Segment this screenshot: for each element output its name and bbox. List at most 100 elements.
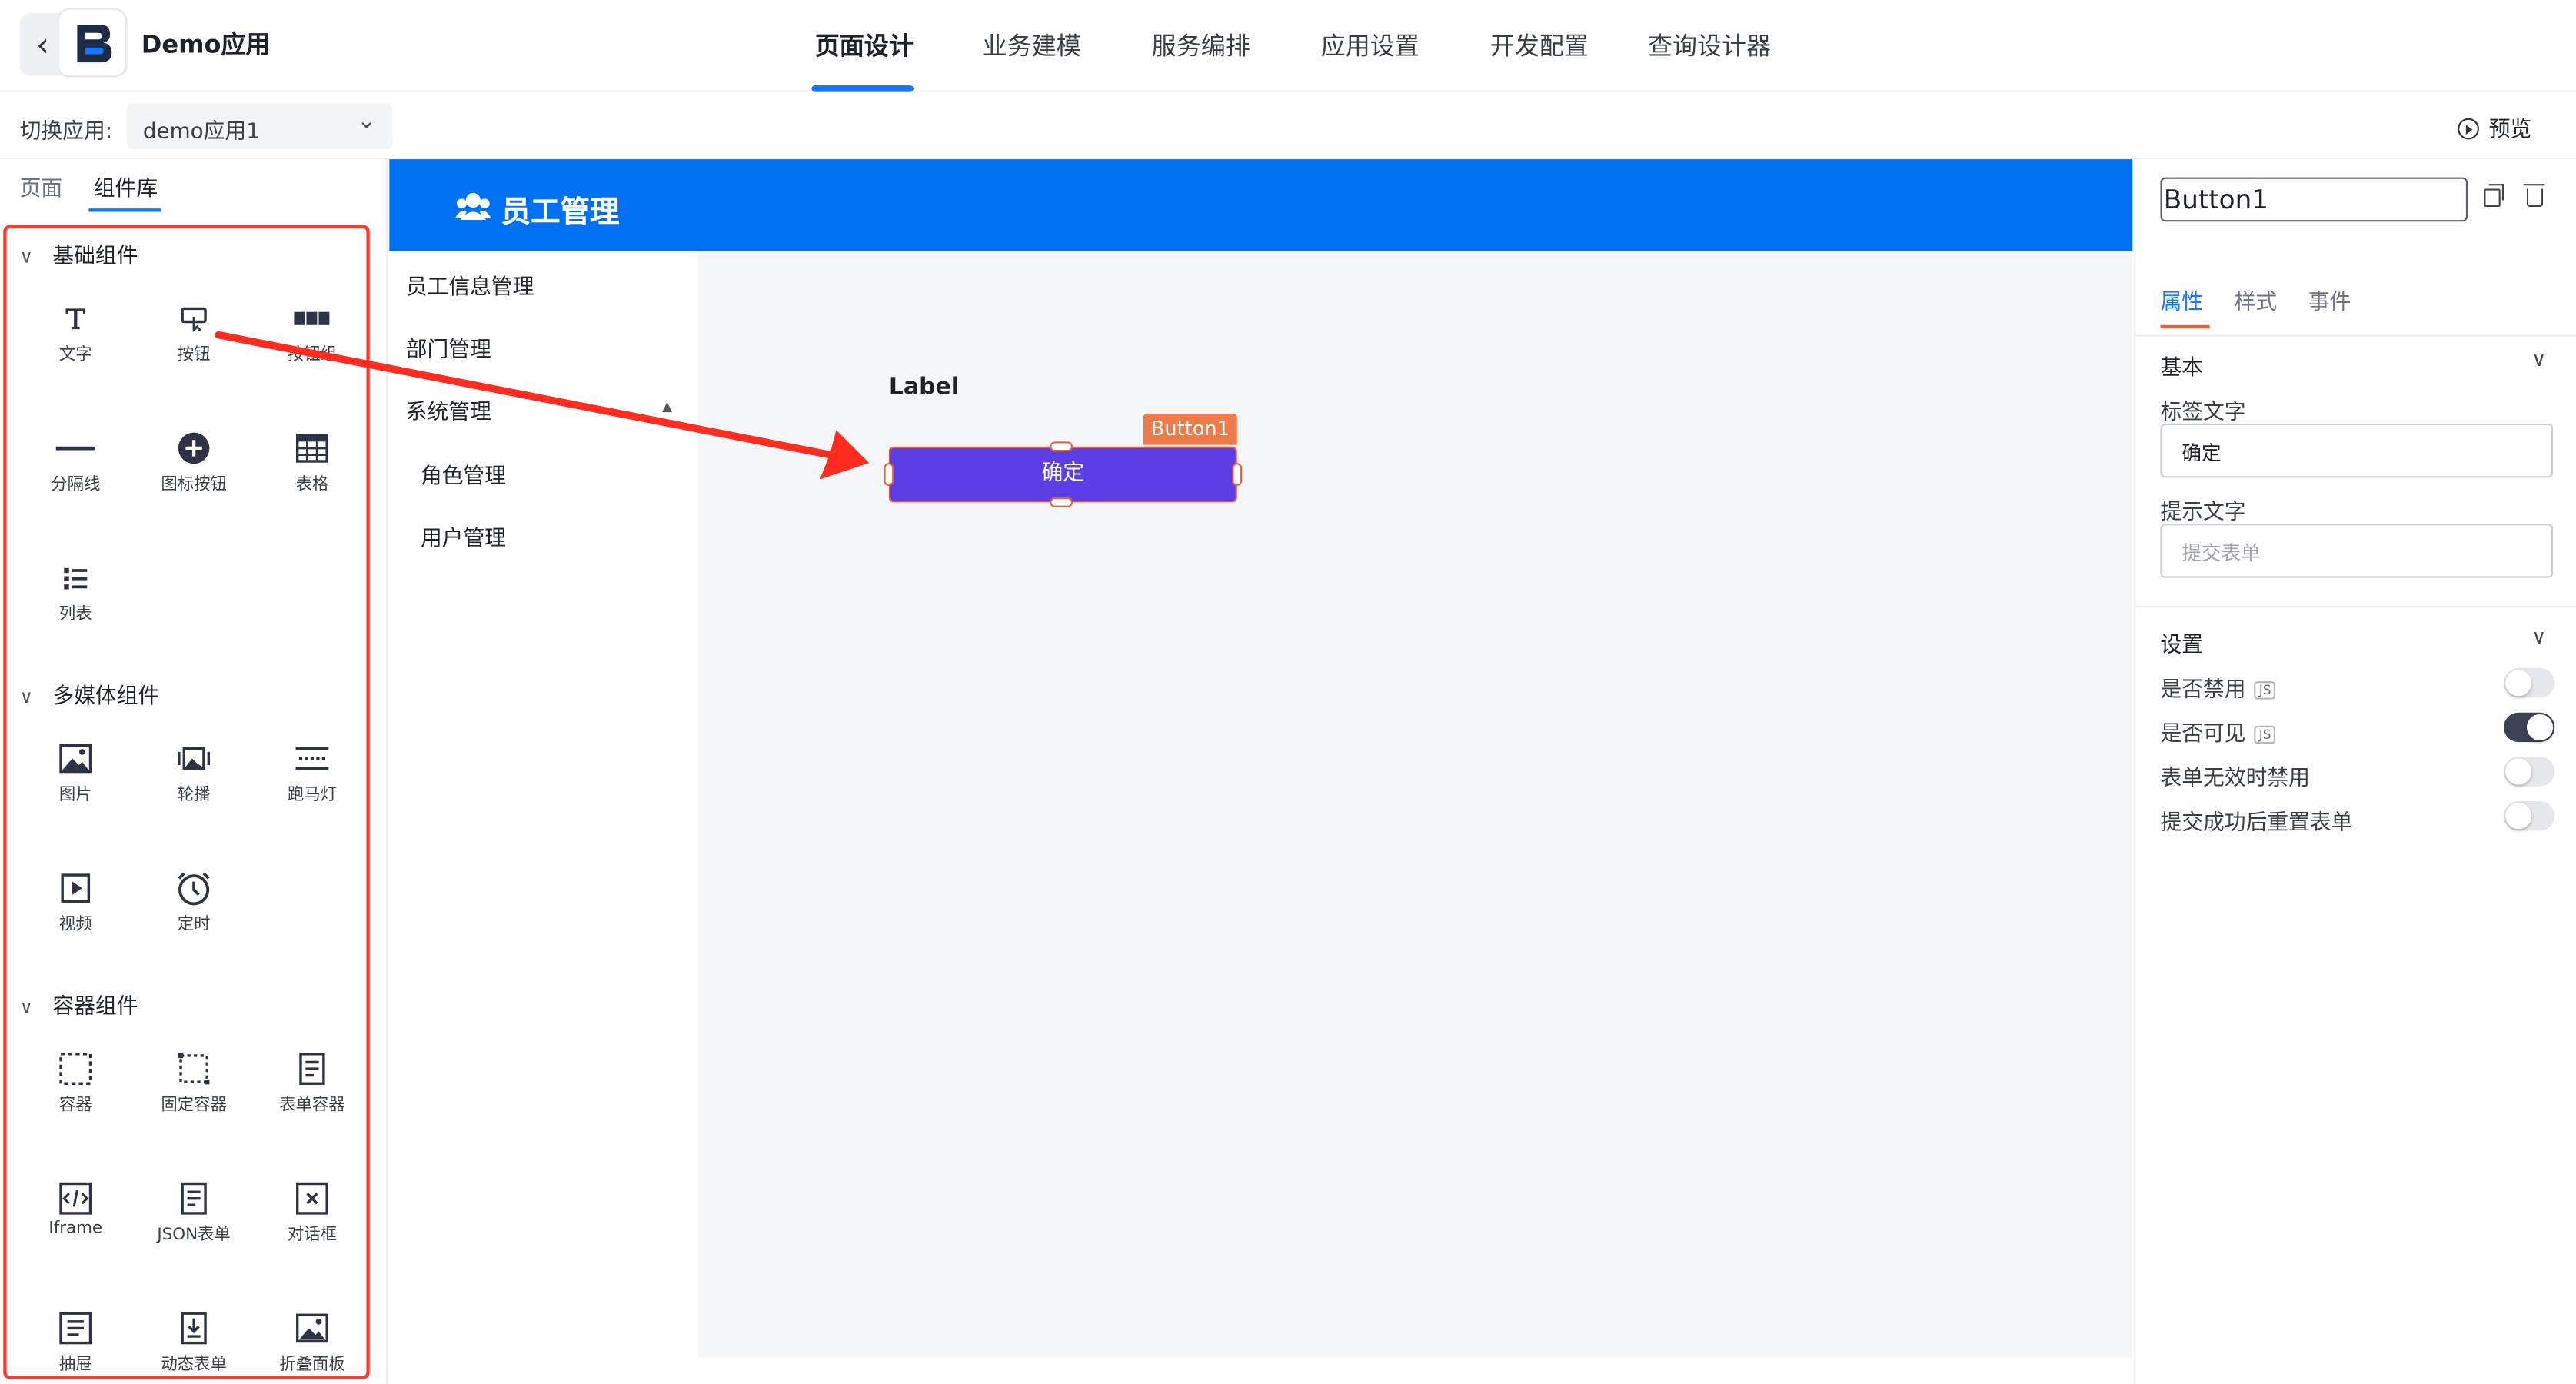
hint-text-input[interactable]: 提交表单 xyxy=(2160,524,2554,578)
component-json-form[interactable]: JSON表单 xyxy=(135,1180,253,1245)
marquee-icon xyxy=(253,740,371,777)
toggle-disable-when-invalid[interactable] xyxy=(2503,757,2555,787)
video-icon xyxy=(16,870,135,907)
switch-app-label: 切换应用: xyxy=(19,119,113,145)
preview-label: 预览 xyxy=(2488,118,2532,143)
label-text-input[interactable]: 确定 xyxy=(2160,423,2554,478)
tab-dev-config[interactable]: 开发配置 xyxy=(1490,28,1589,62)
setting-disable-when-invalid: 表单无效时禁用 xyxy=(2160,760,2309,791)
menu-item-user[interactable]: 用户管理 xyxy=(421,521,506,551)
container-icon xyxy=(16,1051,135,1087)
menu-item-system[interactable]: 系统管理 xyxy=(406,394,491,425)
component-label: 文字 xyxy=(58,346,92,365)
table-icon xyxy=(253,430,371,466)
component-label: 列表 xyxy=(58,605,92,624)
resize-handle-left[interactable] xyxy=(884,463,894,487)
top-nav-bar: ‹ Demo应用 页面设计 业务建模 服务编排 应用设置 开发配置 查询设计器 xyxy=(0,0,2576,92)
component-label: 分隔线 xyxy=(51,476,101,494)
component-divider[interactable]: 分隔线 xyxy=(16,430,135,494)
menu-item-employee-info[interactable]: 员工信息管理 xyxy=(406,269,534,301)
toggle-reset-after-submit[interactable] xyxy=(2503,800,2555,831)
setting-label: 是否可见 xyxy=(2160,722,2246,747)
app-logo xyxy=(58,9,125,76)
component-label: 图片 xyxy=(58,786,92,805)
component-container[interactable]: 容器 xyxy=(16,1051,135,1115)
list-icon xyxy=(16,560,135,596)
resize-handle-top[interactable] xyxy=(1050,441,1073,452)
resize-handle-bottom[interactable] xyxy=(1050,497,1073,507)
app-title: Demo应用 xyxy=(141,29,271,59)
canvas-label[interactable]: Label xyxy=(889,374,959,401)
component-list[interactable]: 列表 xyxy=(16,560,135,624)
js-badge[interactable]: JS xyxy=(2254,681,2276,700)
preview-app-title: 员工管理 xyxy=(501,195,620,230)
component-carousel[interactable]: 轮播 xyxy=(135,740,253,804)
design-canvas[interactable] xyxy=(698,251,2133,1358)
component-label: 定时 xyxy=(177,916,211,934)
js-badge[interactable]: JS xyxy=(2254,725,2276,744)
component-table[interactable]: 表格 xyxy=(253,430,371,494)
canvas-confirm-button[interactable]: 确定 xyxy=(888,446,1237,503)
component-video[interactable]: 视频 xyxy=(16,870,135,934)
component-iframe[interactable]: Iframe xyxy=(16,1180,135,1238)
component-icon-button[interactable]: 图标按钮 xyxy=(135,430,253,494)
left-tab-indicator xyxy=(88,208,161,212)
divider xyxy=(2135,605,2576,608)
component-image[interactable]: 图片 xyxy=(16,740,135,804)
selected-component-tag: Button1 xyxy=(1143,414,1237,445)
component-label: 折叠面板 xyxy=(279,1356,345,1375)
component-label: 对话框 xyxy=(287,1226,337,1245)
component-name-input[interactable]: Button1 xyxy=(2160,177,2468,222)
preview-button[interactable]: 预览 xyxy=(2458,111,2531,145)
tab-pages[interactable]: 页面 xyxy=(20,171,63,202)
group-basic-title[interactable]: 基本 xyxy=(2160,350,2203,381)
component-form-container[interactable]: 表单容器 xyxy=(253,1051,371,1115)
section-basic-components[interactable]: ∨ 基础组件 xyxy=(19,238,138,270)
tab-events[interactable]: 事件 xyxy=(2308,284,2351,315)
tab-page-design[interactable]: 页面设计 xyxy=(815,28,914,62)
component-button[interactable]: 按钮 xyxy=(135,301,253,364)
preview-side-menu: 员工信息管理 部门管理 系统管理 ▲ 角色管理 用户管理 xyxy=(389,251,699,1358)
component-marquee[interactable]: 跑马灯 xyxy=(253,740,371,804)
team-icon xyxy=(454,191,491,227)
component-drawer[interactable]: 抽屉 xyxy=(16,1310,135,1374)
copy-icon[interactable] xyxy=(2484,184,2504,208)
component-collapse[interactable]: 折叠面板 xyxy=(253,1310,371,1374)
tab-query-designer[interactable]: 查询设计器 xyxy=(1648,28,1771,62)
section-media-components[interactable]: ∨ 多媒体组件 xyxy=(20,678,160,709)
toggle-disabled[interactable] xyxy=(2503,668,2555,698)
toggle-knob xyxy=(2505,758,2532,785)
app-select[interactable]: demo应用1 ⌄ xyxy=(126,103,393,150)
tab-business-modeling[interactable]: 业务建模 xyxy=(983,28,1081,62)
tab-app-settings[interactable]: 应用设置 xyxy=(1321,28,1419,62)
resize-handle-right[interactable] xyxy=(1232,463,1243,487)
fixed-container-icon xyxy=(135,1051,253,1087)
sub-toolbar: 切换应用: demo应用1 ⌄ 预览 xyxy=(0,94,2576,160)
component-fixed-container[interactable]: 固定容器 xyxy=(135,1051,253,1115)
tab-styles[interactable]: 样式 xyxy=(2235,284,2278,315)
component-timer[interactable]: 定时 xyxy=(135,870,253,934)
component-dialog[interactable]: 对话框 xyxy=(253,1180,371,1245)
iframe-icon xyxy=(16,1180,135,1216)
tab-component-library[interactable]: 组件库 xyxy=(94,171,158,202)
setting-label: 是否禁用 xyxy=(2160,677,2246,703)
menu-item-department[interactable]: 部门管理 xyxy=(406,331,491,363)
toggle-knob xyxy=(2526,714,2554,740)
section-container-components[interactable]: ∨ 容器组件 xyxy=(20,988,138,1020)
chevron-down-icon[interactable]: ∨ xyxy=(2531,626,2546,649)
delete-icon[interactable] xyxy=(2523,184,2545,208)
component-dynamic-form[interactable]: 动态表单 xyxy=(135,1310,253,1374)
menu-item-role[interactable]: 角色管理 xyxy=(421,458,506,489)
component-button-group[interactable]: 按钮组 xyxy=(253,301,371,364)
section-title: 基础组件 xyxy=(52,245,138,270)
toggle-visible[interactable] xyxy=(2503,712,2555,743)
tab-properties[interactable]: 属性 xyxy=(2160,284,2203,315)
component-text[interactable]: 文字 xyxy=(16,301,135,364)
chevron-down-icon: ⌄ xyxy=(357,108,377,135)
chevron-down-icon: ∨ xyxy=(19,246,33,268)
tab-service-orchestration[interactable]: 服务编排 xyxy=(1152,28,1250,62)
setting-label: 提交成功后重置表单 xyxy=(2160,810,2353,836)
label-text-field-label: 标签文字 xyxy=(2160,400,2246,426)
group-settings-title[interactable]: 设置 xyxy=(2160,627,2203,658)
chevron-down-icon[interactable]: ∨ xyxy=(2531,348,2546,371)
